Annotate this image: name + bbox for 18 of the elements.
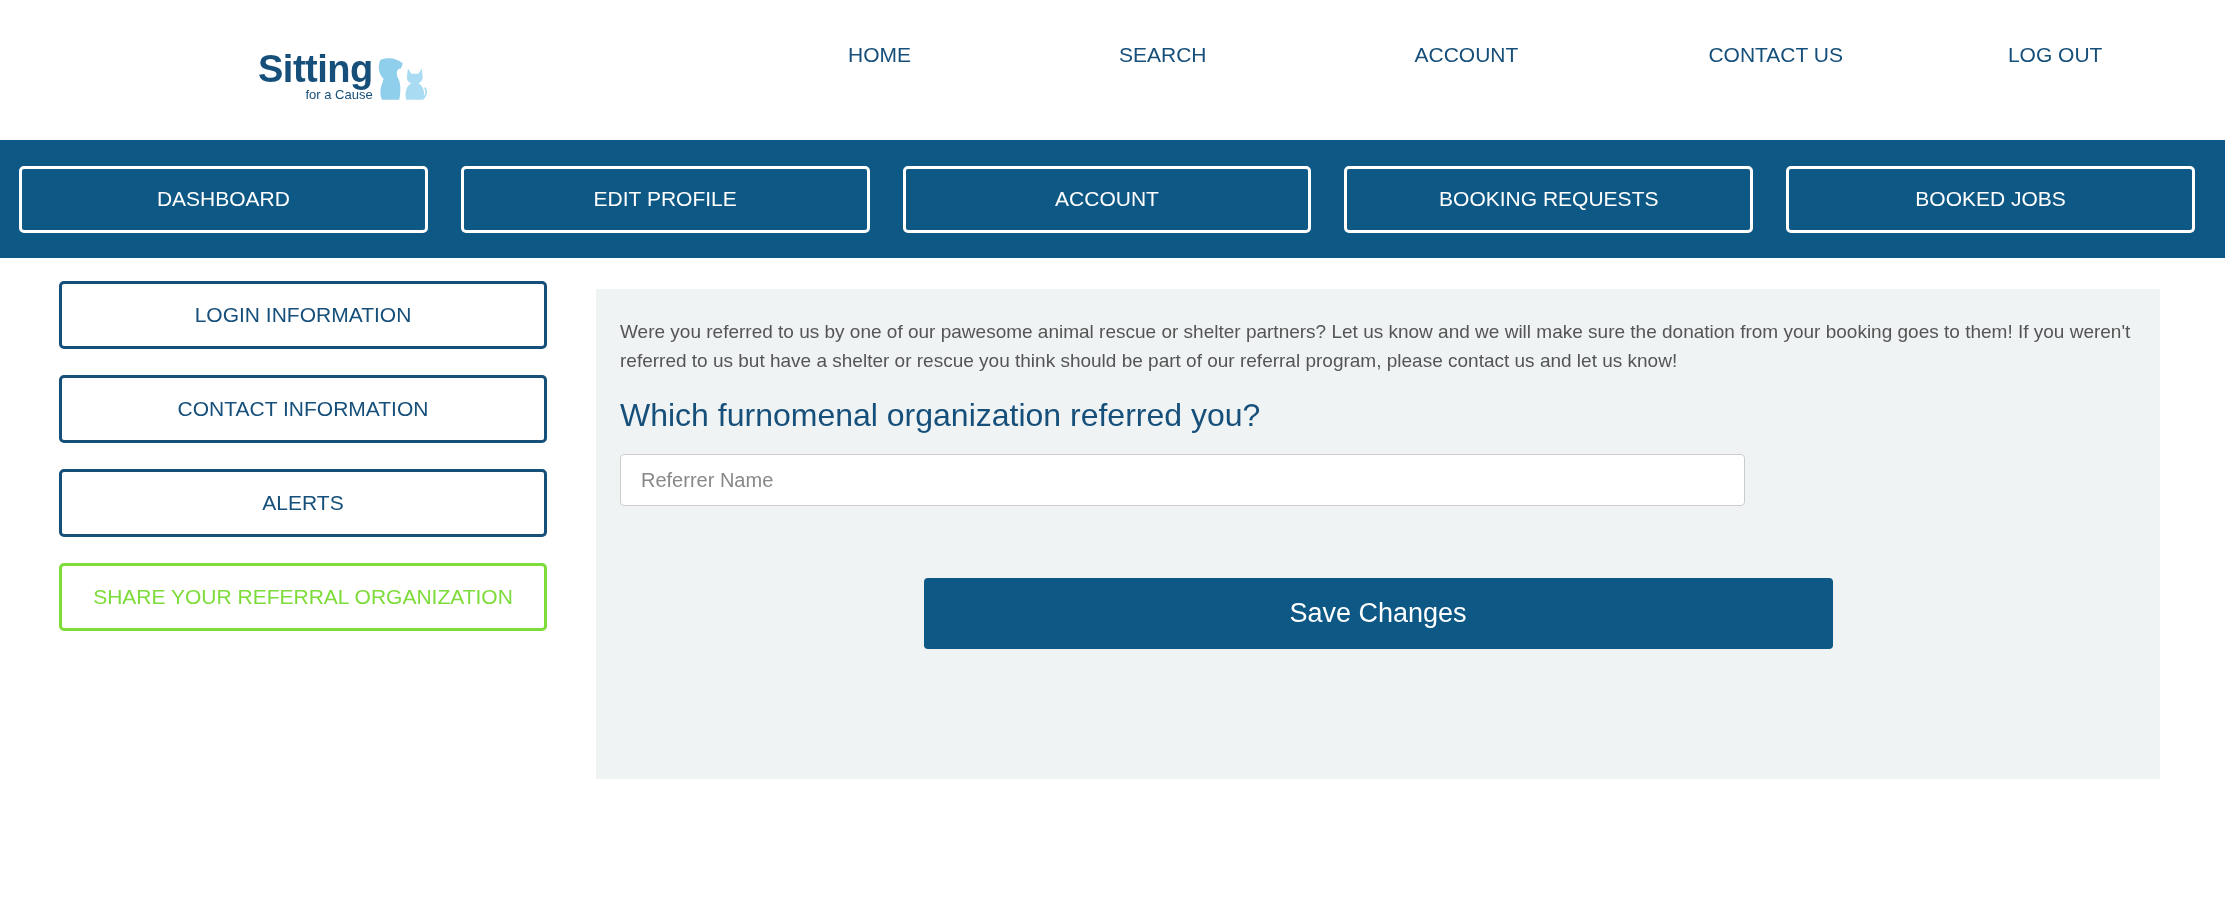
sidebar-item[interactable]: CONTACT INFORMATION bbox=[59, 375, 547, 443]
nav-tab[interactable]: BOOKED JOBS bbox=[1786, 165, 2195, 233]
intro-paragraph: Were you referred to us by one of our pawesome animal rescue or shelter partners? Let us know and we will make sure the donation from your booking goes to them! If you weren't referred to us but have a shelter or rescue you think should be part of our referral program, please contact us and let us know! bbox=[620, 320, 2132, 373]
sidebar-item[interactable]: ALERTS bbox=[59, 469, 547, 537]
nav-link[interactable]: ACCOUNT bbox=[1414, 43, 1519, 67]
nav-tab[interactable]: ACCOUNT bbox=[902, 165, 1312, 233]
nav-link[interactable]: HOME bbox=[848, 43, 911, 67]
nav-link[interactable]: SEARCH bbox=[1119, 43, 1207, 67]
nav-tab[interactable]: BOOKING REQUESTS bbox=[1344, 165, 1754, 233]
nav-link[interactable]: LOG OUT bbox=[2007, 43, 2103, 67]
save-changes-button[interactable]: Save Changes bbox=[923, 578, 1833, 649]
referrer-name-field[interactable]: Referrer Name bbox=[620, 454, 1745, 506]
nav-tab[interactable]: DASHBOARD bbox=[19, 165, 428, 233]
nav-link[interactable]: CONTACT US bbox=[1708, 43, 1843, 67]
sidebar-item[interactable]: LOGIN INFORMATION bbox=[59, 281, 547, 349]
logo-title: Sitting bbox=[258, 50, 373, 88]
nav-tab[interactable]: EDIT PROFILE bbox=[460, 165, 870, 233]
section-heading: Which furnomenal organization referred you? bbox=[620, 397, 1262, 434]
